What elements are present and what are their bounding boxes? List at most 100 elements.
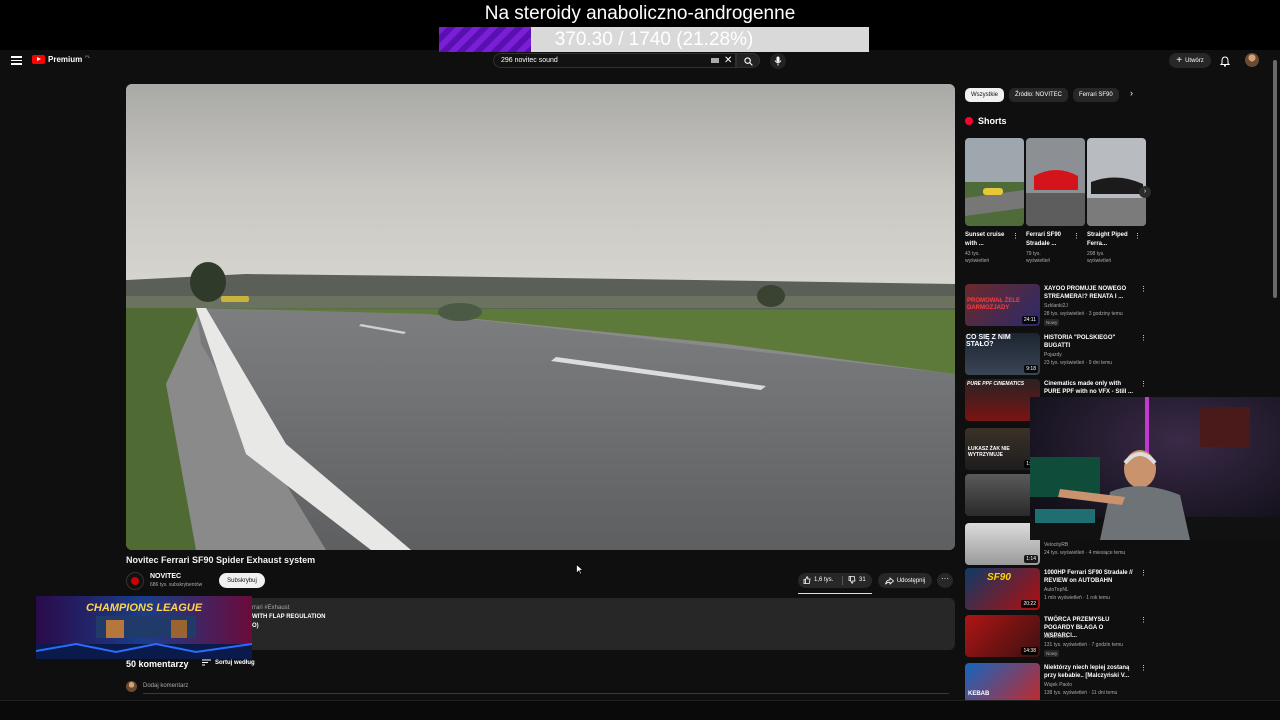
thumbnail-text: PURE PPF CINEMATICS — [967, 381, 1025, 387]
keyboard-icon[interactable] — [711, 58, 719, 63]
sort-label: Sortuj według — [215, 659, 255, 666]
thumbnail-text: ŁUKASZ ŻAK NIE WYTRZYMUJE — [968, 446, 1010, 458]
logo-text: Premium — [48, 55, 83, 64]
video-channel: Wujek Paolo — [1044, 682, 1072, 688]
youtube-logo[interactable]: Premium PL — [32, 54, 91, 64]
create-button[interactable]: + Utwórz — [1169, 53, 1211, 68]
comments-count: 50 komentarzy — [126, 659, 189, 669]
video-thumbnail: PROMOWAŁ ŻELE DARMOZJADY 24:11 — [965, 284, 1040, 326]
commenter-avatar — [126, 681, 137, 692]
more-actions-button[interactable]: ··· — [937, 573, 953, 588]
video-thumbnail: ŁUKASZ ŻAK NIE WYTRZYMUJE 1:22 — [965, 428, 1040, 470]
game-overlay-title: CHAMPIONS LEAGUE — [85, 602, 203, 614]
short-item[interactable]: Ferrari SF90 Stradale ... 79 tys. wyświe… — [1026, 138, 1085, 265]
short-thumbnail — [965, 138, 1024, 226]
search-button[interactable] — [736, 53, 760, 68]
scrollbar-thumb[interactable] — [1273, 60, 1277, 298]
video-title: Novitec Ferrari SF90 Spider Exhaust syst… — [126, 555, 316, 565]
short-thumbnail — [1026, 138, 1085, 226]
stream-goal-title: Na steroidy anaboliczno-androgenne — [484, 3, 796, 24]
more-vert-icon[interactable]: ⋮ — [1140, 569, 1147, 577]
like-divider — [842, 576, 843, 585]
video-duration: 14:38 — [1021, 647, 1038, 655]
sort-comments-button[interactable]: Sortuj według — [202, 659, 255, 666]
thumbs-up-icon — [803, 576, 811, 584]
plus-icon: + — [1176, 54, 1183, 66]
short-views: 79 tys. wyświetleń — [1026, 251, 1051, 264]
chip-all[interactable]: Wszystkie — [965, 88, 1004, 102]
shorts-title: Shorts — [978, 116, 1007, 126]
like-underline — [798, 593, 872, 594]
short-views: 208 tys. wyświetleń — [1087, 251, 1112, 264]
mouse-cursor-icon — [576, 564, 584, 575]
more-vert-icon[interactable]: ⋮ — [1140, 380, 1147, 388]
video-title: XAYOO PROMUJE NOWEGO STREAMERA!? RENATA … — [1044, 286, 1127, 300]
video-duration: 1:14 — [1024, 555, 1038, 563]
menu-icon[interactable] — [11, 56, 22, 65]
youtube-play-icon — [32, 55, 45, 64]
bell-icon — [1219, 56, 1231, 67]
video-channel: VelocityRB — [1044, 542, 1069, 548]
short-title: Ferrari SF90 Stradale ... — [1026, 232, 1062, 247]
filter-chips: Wszystkie Źródło: NOVITEC Ferrari SF90 — [965, 88, 1119, 102]
account-avatar[interactable] — [1245, 53, 1259, 67]
comment-input-underline — [143, 693, 949, 694]
more-vert-icon[interactable]: ⋮ — [1073, 232, 1080, 240]
description-hashtags: rrari #Exhaust — [252, 605, 290, 611]
chevron-right-icon[interactable]: › — [1130, 88, 1133, 98]
more-vert-icon[interactable]: ⋮ — [1140, 285, 1147, 293]
shorts-next-button[interactable]: › — [1139, 186, 1151, 198]
more-vert-icon[interactable]: ⋮ — [1134, 232, 1141, 240]
recommended-video[interactable]: PROMOWAŁ ŻELE DARMOZJADY 24:11 XAYOO PRO… — [965, 284, 1147, 328]
video-channel: Pojazdy — [1044, 352, 1062, 358]
short-item[interactable]: Sunset cruise with ... 43 tys. wyświetle… — [965, 138, 1024, 265]
share-button[interactable]: Udostępnij — [878, 573, 932, 588]
video-thumbnail: PURE PPF CINEMATICS — [965, 379, 1040, 421]
channel-avatar[interactable] — [126, 572, 144, 590]
search-input[interactable]: 296 novitec sound ✕ — [493, 53, 736, 68]
more-vert-icon[interactable]: ⋮ — [1140, 616, 1147, 624]
mic-icon — [774, 56, 782, 66]
create-label: Utwórz — [1185, 57, 1204, 64]
thumbnail-text: CO SIĘ Z NIM STAŁO? — [966, 334, 1011, 348]
video-player[interactable] — [126, 84, 955, 550]
video-channel: Szklanki2J — [1044, 303, 1068, 309]
recommended-video[interactable]: CO SIĘ Z NIM STAŁO? 9:18 HISTORIA "POLSK… — [965, 333, 1147, 377]
logo-region: PL — [85, 54, 91, 59]
like-count: 1,6 tys. — [814, 577, 834, 583]
recommended-video[interactable]: SF90 20:22 1000HP Ferrari SF90 Stradale … — [965, 568, 1147, 612]
video-frame — [126, 84, 955, 550]
new-badge: Nowy — [1044, 650, 1060, 657]
goal-progress-text: 370.30 / 1740 (21.28%) — [554, 29, 754, 50]
channel-name[interactable]: NOVITEC — [150, 573, 181, 580]
dislike-button[interactable]: 31 — [848, 576, 866, 584]
notifications-button[interactable] — [1219, 54, 1231, 72]
like-button[interactable]: 1,6 tys. — [803, 576, 833, 584]
video-duration: 9:18 — [1024, 365, 1038, 373]
voice-search-button[interactable] — [770, 53, 786, 69]
subscribe-button[interactable]: Subskrybuj — [219, 573, 265, 588]
thumbnail-text: KEBAB — [968, 691, 990, 697]
short-thumbnail — [1087, 138, 1146, 226]
more-vert-icon[interactable]: ⋮ — [1140, 334, 1147, 342]
add-comment-input[interactable]: Dodaj komentarz — [143, 683, 188, 689]
video-thumbnail: KEBAB — [965, 663, 1040, 705]
page-scrollbar[interactable] — [1273, 52, 1278, 692]
short-item[interactable]: Straight Piped Ferra... 208 tys. wyświet… — [1087, 138, 1146, 265]
top-bar: Premium PL 296 novitec sound ✕ + Utwórz — [0, 50, 1280, 72]
thumbs-down-icon — [848, 576, 856, 584]
short-title: Sunset cruise with ... — [965, 232, 1005, 247]
taskbar — [0, 700, 1280, 720]
video-thumbnail: SF90 20:22 — [965, 568, 1040, 610]
video-channel: AutoTopNL — [1044, 587, 1069, 593]
more-vert-icon[interactable]: ⋮ — [1012, 232, 1019, 240]
more-vert-icon[interactable]: ⋮ — [1140, 664, 1147, 672]
recommended-video[interactable]: 14:38 TWÓRCA PRZEMYSŁU POGARDY BŁAGA O W… — [965, 615, 1147, 659]
sort-icon — [202, 659, 211, 666]
video-meta: 23 tys. wyświetleń · 9 dni temu — [1044, 360, 1113, 366]
chip-source-novitec[interactable]: Źródło: NOVITEC — [1009, 88, 1069, 102]
close-icon[interactable]: ✕ — [724, 55, 732, 66]
share-icon — [884, 576, 894, 585]
chip-ferrari-sf90[interactable]: Ferrari SF90 — [1073, 88, 1119, 102]
like-dislike-group: 1,6 tys. 31 — [798, 573, 872, 588]
